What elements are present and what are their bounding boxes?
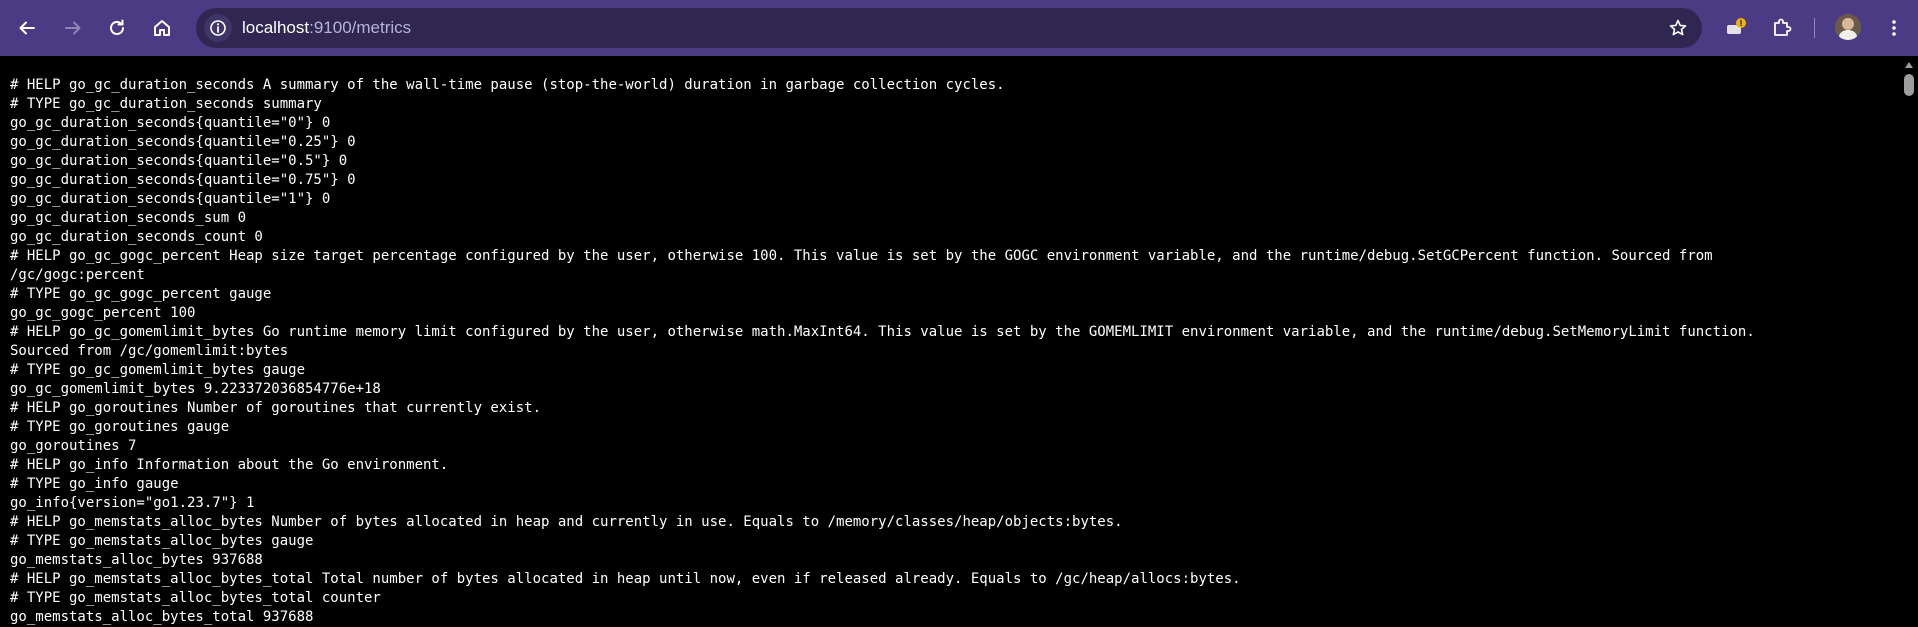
reload-icon xyxy=(110,19,124,35)
metric-line: # HELP go_gc_gomemlimit_bytes Go runtime… xyxy=(10,324,1755,340)
metric-line: go_gc_duration_seconds{quantile="0.75"} … xyxy=(10,172,356,188)
metric-line: go_goroutines 7 xyxy=(10,438,137,454)
url-path: :9100/metrics xyxy=(309,18,412,37)
scroll-up-arrow[interactable] xyxy=(1905,62,1913,68)
metric-line: # HELP go_goroutines Number of goroutine… xyxy=(10,400,542,416)
browser-window: localhost:9100/metrics # HELP go_gc_dura… xyxy=(0,0,1918,627)
metric-line: # TYPE go_info gauge xyxy=(10,476,179,492)
notification-extension-button[interactable] xyxy=(1718,10,1754,46)
home-button[interactable] xyxy=(144,10,180,46)
arrow-right-icon xyxy=(65,21,81,35)
extensions-button[interactable] xyxy=(1764,10,1800,46)
metric-line: # TYPE go_gc_duration_seconds summary xyxy=(10,96,322,112)
reload-button[interactable] xyxy=(99,10,135,46)
arrow-left-icon xyxy=(19,21,35,35)
metric-line: go_memstats_alloc_bytes_total 937688 xyxy=(10,609,314,625)
bookmark-button[interactable] xyxy=(1664,14,1692,42)
forward-button[interactable] xyxy=(55,10,91,46)
metric-line: go_memstats_alloc_bytes 937688 xyxy=(10,552,263,568)
vertical-scrollbar[interactable] xyxy=(1900,56,1918,627)
back-button[interactable] xyxy=(9,10,45,46)
url-host: localhost xyxy=(242,18,310,37)
metric-line: # HELP go_gc_duration_seconds A summary … xyxy=(10,77,1005,93)
kebab-menu-icon xyxy=(1892,20,1896,36)
metric-line: # TYPE go_gc_gomemlimit_bytes gauge xyxy=(10,362,306,378)
avatar[interactable] xyxy=(1835,14,1861,40)
metric-line: Sourced from /gc/gomemlimit:bytes xyxy=(10,343,289,359)
browser-toolbar: localhost:9100/metrics xyxy=(0,0,1918,56)
metric-line: # HELP go_memstats_alloc_bytes_total Tot… xyxy=(10,571,1241,587)
metric-line: go_gc_duration_seconds{quantile="0.25"} … xyxy=(10,134,356,150)
url-text[interactable]: localhost:9100/metrics xyxy=(242,18,411,38)
metric-line: go_gc_duration_seconds{quantile="1"} 0 xyxy=(10,191,331,207)
metric-line: go_gc_duration_seconds_sum 0 xyxy=(10,210,247,226)
metric-line: # HELP go_memstats_alloc_bytes Number of… xyxy=(10,514,1123,530)
metric-line: go_gc_duration_seconds_count 0 xyxy=(10,229,263,245)
metric-line: go_gc_duration_seconds{quantile="0.5"} 0 xyxy=(10,153,348,169)
info-icon xyxy=(210,20,226,36)
metric-line: go_gc_duration_seconds{quantile="0"} 0 xyxy=(10,115,331,131)
star-icon xyxy=(1669,19,1687,36)
scrollbar-thumb[interactable] xyxy=(1904,74,1914,96)
home-icon xyxy=(154,20,170,36)
metric-line: # TYPE go_memstats_alloc_bytes gauge xyxy=(10,533,314,549)
page-content: # HELP go_gc_duration_seconds A summary … xyxy=(0,56,1900,627)
metric-line: # TYPE go_goroutines gauge xyxy=(10,419,230,435)
address-bar[interactable]: localhost:9100/metrics xyxy=(196,8,1702,48)
metric-line: # HELP go_info Information about the Go … xyxy=(10,457,449,473)
metric-line: go_info{version="go1.23.7"} 1 xyxy=(10,495,255,511)
metric-line: go_gc_gomemlimit_bytes 9.223372036854776… xyxy=(10,381,381,397)
metric-line: # HELP go_gc_gogc_percent Heap size targ… xyxy=(10,248,1713,264)
metric-line: # TYPE go_gc_gogc_percent gauge xyxy=(10,286,272,302)
toolbar-separator xyxy=(1814,18,1815,38)
metric-line: # TYPE go_memstats_alloc_bytes_total cou… xyxy=(10,590,381,606)
metric-line: go_gc_gogc_percent 100 xyxy=(10,305,196,321)
browser-menu-button[interactable] xyxy=(1876,10,1912,46)
metrics-text: # HELP go_gc_duration_seconds A summary … xyxy=(10,76,1755,627)
notification-extension-icon xyxy=(1727,18,1746,34)
site-info-button[interactable] xyxy=(204,14,232,42)
puzzle-icon xyxy=(1774,18,1792,36)
metric-line: /gc/gogc:percent xyxy=(10,267,145,283)
